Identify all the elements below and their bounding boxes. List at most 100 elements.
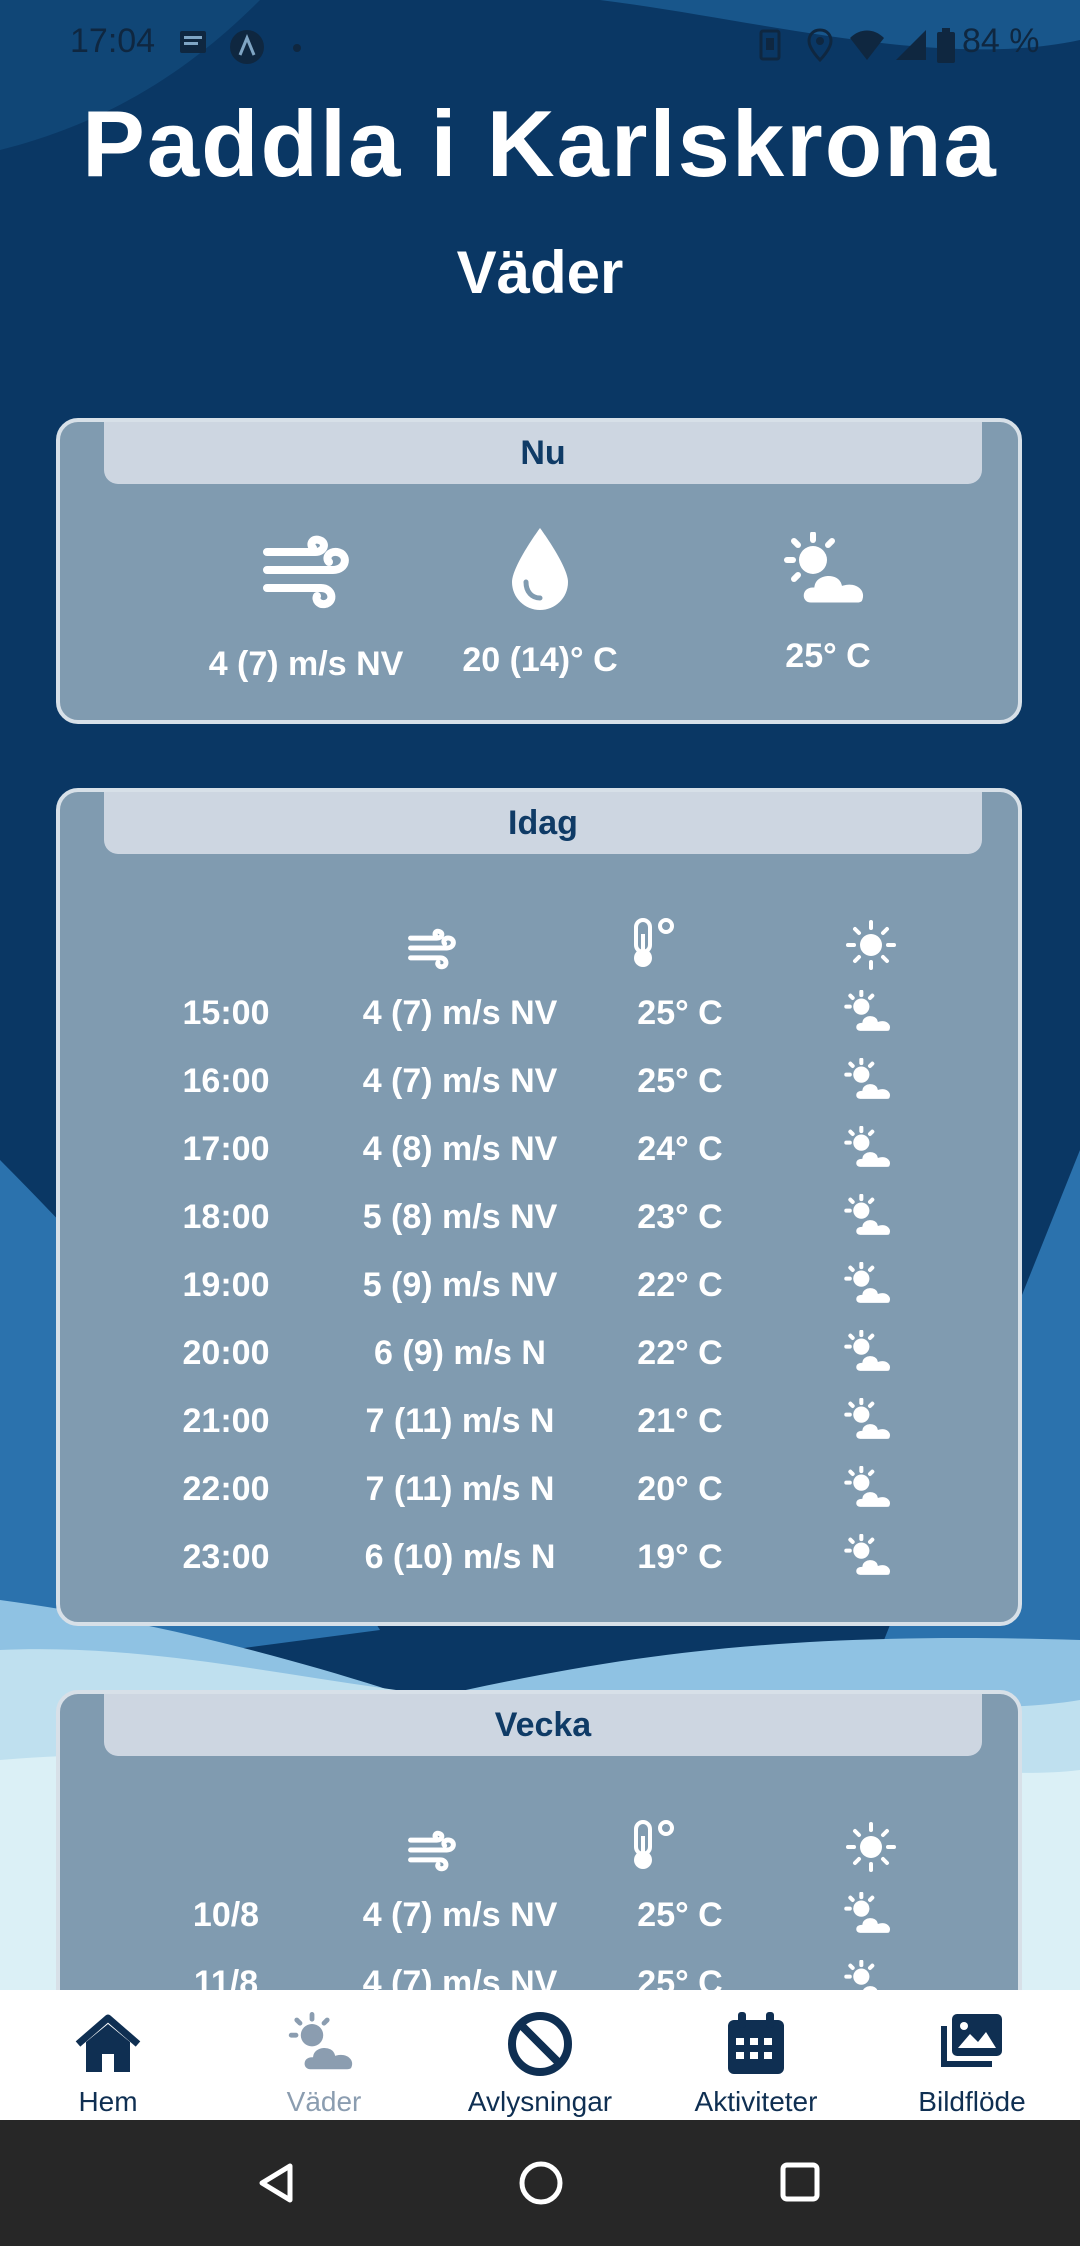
nav-item-aktiviteter[interactable]: Aktiviteter: [648, 1990, 864, 2120]
row-wind: 4 (7) m/s NV: [362, 1062, 558, 1100]
today-row: 15:00 4 (7) m/s NV 25° C: [60, 982, 1018, 1050]
nav-item-vader[interactable]: Väder: [216, 1990, 432, 2120]
wind-icon: [261, 535, 351, 618]
back-icon[interactable]: [256, 2162, 298, 2209]
partly-cloudy-icon: [844, 1057, 896, 1113]
row-time: 20:00: [182, 1334, 270, 1372]
vibrate-icon: [752, 28, 788, 67]
row-time: 23:00: [182, 1538, 270, 1576]
today-row: 16:00 4 (7) m/s NV 25° C: [60, 1050, 1018, 1118]
nav-item-bildflode[interactable]: Bildflöde: [864, 1990, 1080, 2120]
nav-label-hem: Hem: [78, 2086, 138, 2117]
wifi-icon: [848, 28, 886, 67]
week-card: Vecka 10/8 4 (7) m/s NV 25° C 11/8 4 (7) m/s…: [56, 1690, 1022, 2030]
today-row: 19:00 5 (9) m/s NV 22° C: [60, 1254, 1018, 1322]
location-icon: [806, 28, 834, 67]
today-row: 22:00 7 (11) m/s N 20° C: [60, 1458, 1018, 1526]
sun-icon: [846, 920, 896, 975]
home-button-icon[interactable]: [518, 2160, 564, 2211]
images-icon: [936, 2008, 1008, 2080]
now-air-temp-value: 25° C: [785, 637, 871, 675]
row-temp: 25° C: [637, 994, 723, 1032]
row-wind: 7 (11) m/s N: [365, 1402, 555, 1440]
cancel-icon: [504, 2008, 576, 2080]
row-wind: 4 (7) m/s NV: [362, 1896, 558, 1934]
week-card-title: Vecka: [104, 1694, 982, 1756]
row-time: 16:00: [182, 1062, 270, 1100]
row-temp: 20° C: [637, 1470, 723, 1508]
nav-label-aktiviteter: Aktiviteter: [694, 2086, 818, 2117]
thermometer-icon: [626, 1818, 678, 1877]
signal-icon: [894, 28, 928, 67]
row-time: 22:00: [182, 1470, 270, 1508]
row-wind: 4 (7) m/s NV: [362, 994, 558, 1032]
partly-cloudy-icon: [844, 1891, 896, 1947]
now-water-temp: 20 (14)° C: [390, 526, 690, 680]
bottom-navigation: Hem Väder Avlysningar Aktiviteter Bildfl…: [0, 1990, 1080, 2120]
nav-label-bildflode: Bildflöde: [918, 2086, 1026, 2117]
partly-cloudy-icon: [844, 1261, 896, 1317]
partly-cloudy-icon: [844, 1125, 896, 1181]
system-navigation-bar: [0, 2120, 1080, 2246]
today-row: 20:00 6 (9) m/s N 22° C: [60, 1322, 1018, 1390]
dot-icon: [292, 40, 302, 58]
battery-icon: [936, 28, 956, 69]
today-row: 21:00 7 (11) m/s N 21° C: [60, 1390, 1018, 1458]
wind-icon: [406, 926, 458, 975]
status-bar: 17:04 84 %: [0, 0, 1080, 90]
row-time: 21:00: [182, 1402, 270, 1440]
row-wind: 6 (10) m/s N: [364, 1538, 556, 1576]
app-title: Paddla i Karlskrona: [82, 91, 998, 196]
water-drop-icon: [508, 528, 572, 620]
now-water-temp-value: 20 (14)° C: [462, 641, 618, 679]
recents-icon[interactable]: [780, 2162, 820, 2207]
row-wind: 4 (8) m/s NV: [362, 1130, 558, 1168]
today-row: 17:00 4 (8) m/s NV 24° C: [60, 1118, 1018, 1186]
row-wind: 5 (9) m/s NV: [362, 1266, 558, 1304]
row-time: 15:00: [182, 994, 270, 1032]
wind-icon: [406, 1828, 458, 1877]
row-time: 18:00: [182, 1198, 270, 1236]
home-icon: [72, 2008, 144, 2080]
row-temp: 25° C: [637, 1896, 723, 1934]
row-temp: 22° C: [637, 1266, 723, 1304]
row-wind: 5 (8) m/s NV: [362, 1198, 558, 1236]
partly-cloudy-icon: [844, 1533, 896, 1589]
nav-label-vader: Väder: [286, 2086, 362, 2117]
row-time: 17:00: [182, 1130, 270, 1168]
partly-cloudy-icon: [844, 1329, 896, 1385]
row-temp: 19° C: [637, 1538, 723, 1576]
nav-item-hem[interactable]: Hem: [0, 1990, 216, 2120]
partly-cloudy-icon: [844, 989, 896, 1045]
nav-item-avlysningar[interactable]: Avlysningar: [432, 1990, 648, 2120]
today-card-title: Idag: [104, 792, 982, 854]
now-card-title: Nu: [104, 422, 982, 484]
now-air-temp: 25° C: [678, 531, 978, 676]
message-icon: [178, 28, 208, 61]
row-wind: 7 (11) m/s N: [365, 1470, 555, 1508]
row-temp: 25° C: [637, 1062, 723, 1100]
page-title: Väder: [456, 239, 624, 306]
sun-icon: [846, 1822, 896, 1877]
battery-percent: 84 %: [962, 22, 1040, 60]
partly-cloudy-icon: [844, 1397, 896, 1453]
thermometer-icon: [626, 916, 678, 975]
row-time: 19:00: [182, 1266, 270, 1304]
status-time: 17:04: [70, 22, 156, 60]
row-wind: 6 (9) m/s N: [374, 1334, 546, 1372]
nav-label-avlysningar: Avlysningar: [467, 2086, 613, 2117]
row-temp: 23° C: [637, 1198, 723, 1236]
row-temp: 21° C: [637, 1402, 723, 1440]
app-icon: [228, 28, 266, 71]
row-temp: 22° C: [637, 1334, 723, 1372]
calendar-icon: [720, 2008, 792, 2080]
weather-icon: [288, 2008, 360, 2080]
week-row: 10/8 4 (7) m/s NV 25° C: [60, 1884, 1018, 1952]
today-row: 23:00 6 (10) m/s N 19° C: [60, 1526, 1018, 1594]
row-time: 10/8: [192, 1896, 260, 1934]
partly-cloudy-icon: [783, 531, 873, 618]
now-card: Nu 4 (7) m/s NV 20 (14)° C 25° C: [56, 418, 1022, 724]
today-row: 18:00 5 (8) m/s NV 23° C: [60, 1186, 1018, 1254]
today-card: Idag 15:00 4 (7) m/s NV 25° C 16:00 4 (7) m/…: [56, 788, 1022, 1626]
row-temp: 24° C: [637, 1130, 723, 1168]
